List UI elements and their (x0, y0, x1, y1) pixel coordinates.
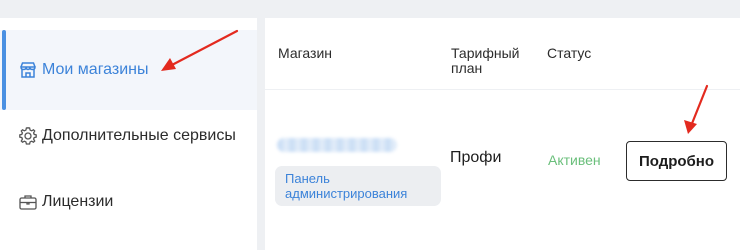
store-icon (18, 60, 38, 80)
table-header: Магазин Тарифный план Статус (265, 18, 740, 90)
column-header-status: Статус (547, 45, 592, 61)
gear-icon (18, 126, 38, 146)
sidebar-item-label: Мои магазины (42, 61, 149, 78)
plan-value: Профи (450, 149, 502, 166)
store-name-redacted (277, 138, 397, 152)
stores-table: Магазин Тарифный план Статус Панель адми… (265, 18, 740, 250)
table-row: Панель администрирования Профи Активен П… (265, 94, 740, 250)
admin-panel-link[interactable]: Панель администрирования (275, 166, 441, 206)
details-button[interactable]: Подробно (626, 141, 727, 181)
column-header-plan: Тарифный план (451, 45, 520, 76)
sidebar: Мои магазины Дополнительные сервисы Лице… (0, 18, 257, 250)
sidebar-item-licenses[interactable]: Лицензии (0, 162, 257, 242)
sidebar-item-label: Лицензии (42, 193, 114, 210)
briefcase-icon (18, 192, 38, 212)
status-badge: Активен (548, 152, 601, 168)
sidebar-item-label: Дополнительные сервисы (42, 127, 236, 144)
column-header-store: Магазин (278, 45, 333, 61)
